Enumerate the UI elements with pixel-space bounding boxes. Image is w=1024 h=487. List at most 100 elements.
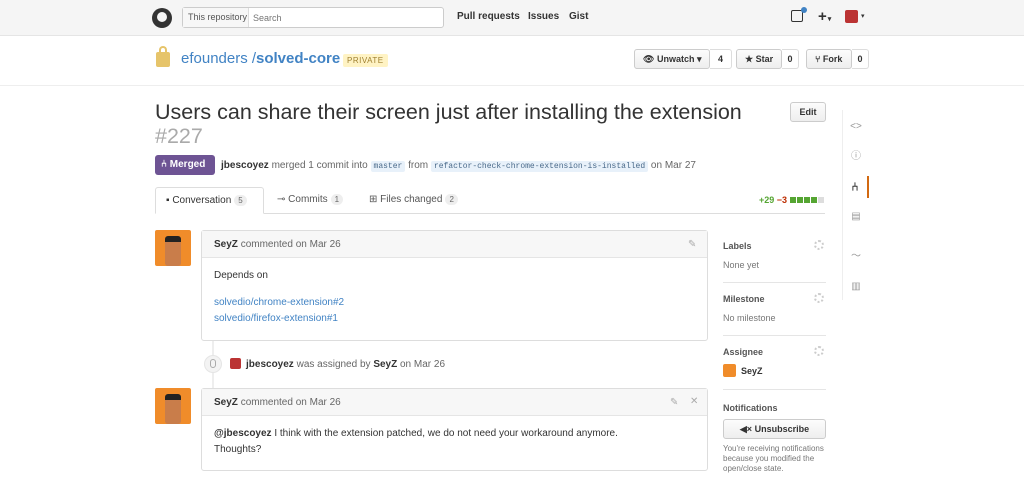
unsubscribe-button[interactable]: ◀× Unsubscribe: [723, 419, 826, 439]
pr-number: #227: [155, 124, 203, 148]
diffstat-block: [818, 197, 824, 203]
person-icon: [204, 355, 222, 373]
tab-count: 5: [234, 195, 247, 206]
comment-text: Depends on: [214, 270, 268, 281]
mute-icon: ◀×: [739, 424, 753, 434]
repo-owner-name[interactable]: efounders: [181, 50, 248, 67]
sidebar-divider: [723, 389, 826, 390]
tab-files-changed[interactable]: ⊞ Files changed 2: [369, 187, 458, 214]
fork-button[interactable]: ⑂ Fork: [806, 49, 852, 69]
merge-text: merged 1 commit into: [271, 160, 368, 171]
labels-heading: Labels: [723, 241, 752, 251]
diff-icon: ⊞: [369, 194, 378, 205]
notification-reason: You're receiving notifications because y…: [723, 444, 824, 473]
head-branch[interactable]: refactor-check-chrome-extension-is-insta…: [430, 161, 649, 172]
lock-icon: [156, 46, 170, 67]
sidebar-divider: [723, 282, 826, 283]
comment-line: Thoughts?: [214, 444, 262, 455]
assignee-avatar[interactable]: [723, 364, 736, 377]
edit-button[interactable]: Edit: [790, 102, 826, 122]
merger-link[interactable]: jbescoyez: [221, 160, 269, 171]
caret-down-icon: ▾: [827, 16, 832, 23]
milestone-gear-icon[interactable]: [814, 293, 824, 303]
issues-icon[interactable]: ⓘ: [843, 146, 869, 168]
labels-gear-icon[interactable]: [814, 240, 824, 250]
commenter-avatar[interactable]: [155, 230, 191, 266]
create-new-dropdown[interactable]: +▾: [818, 8, 831, 25]
user-avatar[interactable]: [845, 10, 858, 23]
assignee-gear-icon[interactable]: [814, 346, 824, 356]
merge-meta: jbescoyez merged 1 commit into master fr…: [221, 160, 696, 172]
comment-meta: commented on Mar 26: [240, 397, 341, 408]
pull-request-icon[interactable]: ⑃: [843, 176, 869, 198]
tab-count: 2: [445, 194, 458, 205]
actor-avatar[interactable]: [230, 358, 241, 369]
base-branch[interactable]: master: [370, 161, 406, 172]
issue-link[interactable]: solvedio/chrome-extension#2: [214, 295, 695, 311]
fork-icon: ⑂: [815, 54, 821, 64]
user-mention[interactable]: @jbescoyez: [214, 428, 272, 439]
github-logo-icon[interactable]: [152, 8, 172, 28]
unwatch-button[interactable]: 👁 Unwatch ▾: [634, 49, 710, 69]
star-button[interactable]: ★ Star: [736, 49, 782, 69]
comment-box: SeyZ commented on Mar 26 ✎ Depends on so…: [201, 230, 708, 341]
comment-box: SeyZ commented on Mar 26 ✎ ✕ @jbescoyez …: [201, 388, 708, 471]
wiki-icon[interactable]: ▤: [843, 206, 869, 228]
unread-indicator-icon: [801, 7, 807, 13]
private-badge: PRIVATE: [343, 54, 388, 67]
pulse-icon[interactable]: 〜: [843, 246, 869, 268]
event-by[interactable]: SeyZ: [373, 359, 397, 370]
additions-count: +29: [759, 195, 775, 205]
tab-label: Commits: [288, 194, 328, 205]
comment-header: SeyZ commented on Mar 26: [202, 389, 707, 416]
from-text: from: [408, 160, 429, 171]
fork-count[interactable]: 0: [852, 49, 869, 69]
diffstat-block: [804, 197, 810, 203]
eye-icon: 👁: [643, 54, 655, 64]
unwatch-label: Unwatch: [656, 54, 695, 64]
comment-author[interactable]: SeyZ: [214, 239, 238, 250]
edit-pencil-icon[interactable]: ✎: [688, 239, 696, 250]
notifications-heading: Notifications: [723, 403, 778, 413]
issue-link[interactable]: solvedio/firefox-extension#1: [214, 311, 695, 327]
comment-meta: commented on Mar 26: [240, 239, 341, 250]
tab-label: Files changed: [380, 194, 443, 205]
caret-down-icon[interactable]: ▾: [861, 12, 865, 20]
edit-pencil-icon[interactable]: ✎: [670, 397, 678, 408]
search-box[interactable]: This repository: [182, 7, 444, 28]
fork-label: Fork: [822, 54, 843, 64]
tab-commits[interactable]: ⊸ Commits 1: [277, 187, 344, 214]
tab-conversation[interactable]: ▪ Conversation 5: [155, 187, 264, 214]
repo-header: efounders / solved-core PRIVATE 👁 Unwatc…: [0, 36, 1024, 86]
tab-label: Conversation: [172, 195, 232, 206]
comment-text: I think with the extension patched, we d…: [274, 428, 618, 439]
nav-gist[interactable]: Gist: [569, 11, 588, 22]
commenter-avatar[interactable]: [155, 388, 191, 424]
repo-owner-link[interactable]: efounders /: [181, 50, 256, 67]
labels-value: None yet: [723, 260, 760, 270]
star-count[interactable]: 0: [782, 49, 799, 69]
comment-body: @jbescoyez I think with the extension pa…: [202, 416, 707, 468]
nav-pull-requests[interactable]: Pull requests: [457, 11, 520, 22]
search-input[interactable]: [253, 9, 433, 26]
unsubscribe-label: Unsubscribe: [754, 424, 810, 434]
comment-icon: ▪: [166, 195, 170, 206]
graphs-icon[interactable]: ▥: [843, 276, 869, 298]
assign-event: jbescoyez was assigned by SeyZ on Mar 26: [246, 359, 445, 370]
event-text: was assigned by: [296, 359, 371, 370]
nav-issues[interactable]: Issues: [528, 11, 559, 22]
diffstat-block: [797, 197, 803, 203]
assignee-name[interactable]: SeyZ: [741, 366, 763, 376]
plus-icon: +: [818, 8, 827, 25]
caret-down-icon: ▾: [696, 54, 702, 64]
diffstat-block: [790, 197, 796, 203]
watch-count[interactable]: 4: [710, 49, 732, 69]
merged-state-label: Merged: [169, 159, 206, 170]
event-date: on Mar 26: [400, 359, 446, 370]
star-icon: ★: [745, 54, 754, 64]
event-actor[interactable]: jbescoyez: [246, 359, 294, 370]
delete-icon[interactable]: ✕: [690, 396, 698, 407]
code-icon[interactable]: <>: [843, 116, 869, 138]
comment-author[interactable]: SeyZ: [214, 397, 238, 408]
repo-name-link[interactable]: solved-core: [256, 50, 340, 67]
